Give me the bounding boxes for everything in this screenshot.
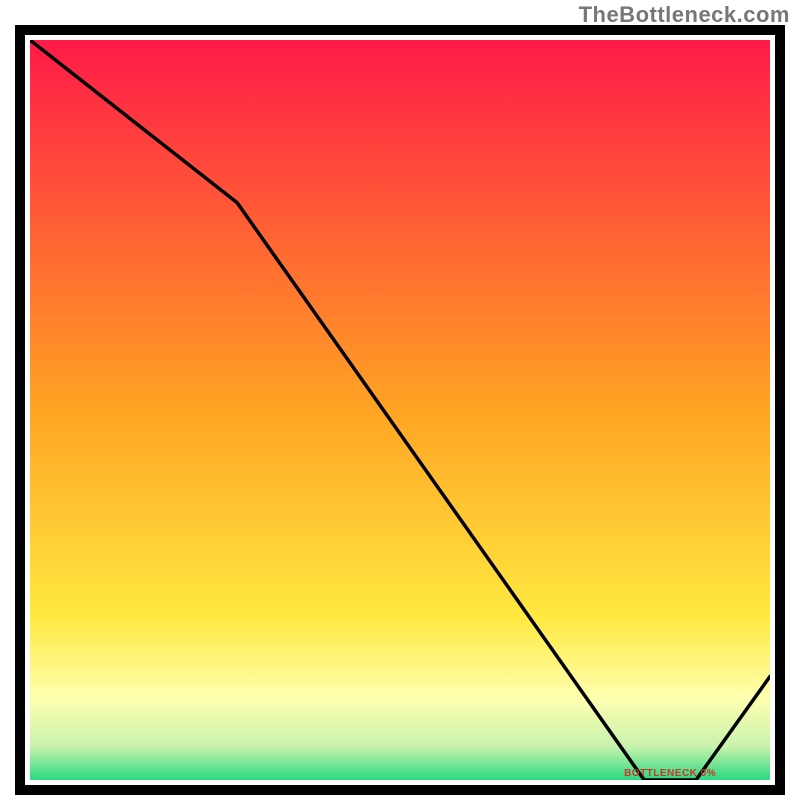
plot-area: BOTTLENECK 0%	[20, 30, 780, 790]
chart-container: TheBottleneck.com BOTTLENECK 0%	[0, 0, 800, 800]
bottleneck-chart-svg: BOTTLENECK 0%	[0, 0, 800, 800]
gradient-background	[30, 40, 770, 780]
annotation-bottleneck-zero: BOTTLENECK 0%	[624, 768, 716, 779]
